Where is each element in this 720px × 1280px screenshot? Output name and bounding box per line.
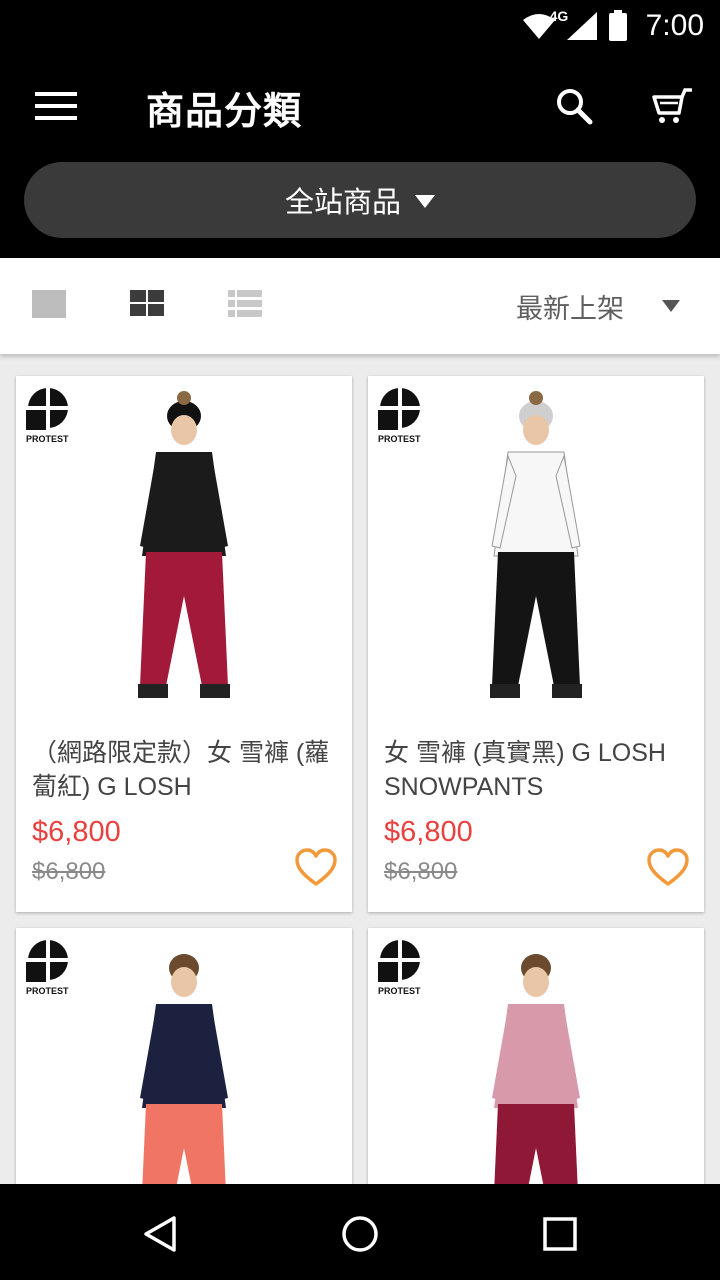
home-button[interactable] [334, 1208, 386, 1260]
protest-logo-icon: PROTEST [378, 386, 422, 444]
status-bar: 4G 7:00 [0, 0, 720, 52]
product-original-price: $6,800 [32, 858, 106, 885]
back-button[interactable] [134, 1208, 186, 1260]
list-view-icon [228, 290, 262, 317]
product-card[interactable]: PROTEST 女 雪褲 (真實黑) G LOSH SNOWPANTS $6,8… [368, 376, 704, 912]
home-icon [342, 1216, 378, 1252]
battery-icon [608, 10, 627, 41]
protest-logo-icon: PROTEST [26, 386, 70, 444]
menu-button[interactable] [28, 82, 84, 130]
product-card[interactable]: PROTEST [16, 928, 352, 1184]
search-button[interactable] [548, 80, 600, 132]
caret-down-icon [415, 194, 435, 208]
category-selector[interactable]: 全站商品 [24, 162, 696, 238]
cart-button[interactable] [646, 80, 698, 132]
app-bar: 商品分類 全站商品 [0, 52, 720, 258]
category-selector-label: 全站商品 [284, 185, 401, 219]
protest-logo-icon: PROTEST [26, 938, 70, 996]
back-icon [144, 1216, 176, 1252]
single-view-icon [32, 290, 66, 318]
product-original-price: $6,800 [384, 858, 458, 885]
page-title: 商品分類 [146, 89, 303, 133]
product-name: 女 雪褲 (真實黑) G LOSH SNOWPANTS [384, 739, 666, 801]
search-icon [557, 89, 593, 125]
product-card[interactable]: PROTEST [368, 928, 704, 1184]
app-screen: 4G 7:00 商品分類 全站商品 最新上架 PROTEST （網路限定款）女 … [0, 0, 720, 1280]
product-name: （網路限定款）女 雪褲 (蘿蔔紅) G LOSH [32, 739, 330, 801]
svg-text:PROTEST: PROTEST [26, 434, 69, 444]
grid-view-button[interactable] [130, 288, 166, 324]
svg-text:PROTEST: PROTEST [378, 434, 421, 444]
network-type-label: 4G [549, 8, 569, 24]
menu-icon [35, 92, 77, 120]
product-grid: PROTEST （網路限定款）女 雪褲 (蘿蔔紅) G LOSH $6,800 … [0, 354, 720, 1184]
grid-view-icon [130, 290, 164, 316]
protest-logo-icon: PROTEST [378, 938, 422, 996]
product-price: $6,800 [32, 816, 121, 848]
heart-icon[interactable] [646, 846, 690, 890]
view-sort-toolbar: 最新上架 [0, 258, 720, 354]
product-price: $6,800 [384, 816, 473, 848]
svg-text:PROTEST: PROTEST [378, 986, 421, 996]
recents-icon [543, 1217, 577, 1251]
single-view-button[interactable] [32, 288, 68, 324]
sort-selector[interactable]: 最新上架 [516, 284, 680, 328]
clock: 7:00 [645, 9, 704, 42]
caret-down-icon [662, 300, 680, 312]
product-card[interactable]: PROTEST （網路限定款）女 雪褲 (蘿蔔紅) G LOSH $6,800 … [16, 376, 352, 912]
sort-selector-label: 最新上架 [516, 293, 624, 325]
cell-signal-icon [566, 12, 597, 40]
recents-button[interactable] [534, 1208, 586, 1260]
list-view-button[interactable] [228, 288, 264, 324]
svg-text:PROTEST: PROTEST [26, 986, 69, 996]
system-nav-bar [0, 1184, 720, 1280]
heart-icon[interactable] [294, 846, 338, 890]
cart-icon [652, 88, 692, 123]
